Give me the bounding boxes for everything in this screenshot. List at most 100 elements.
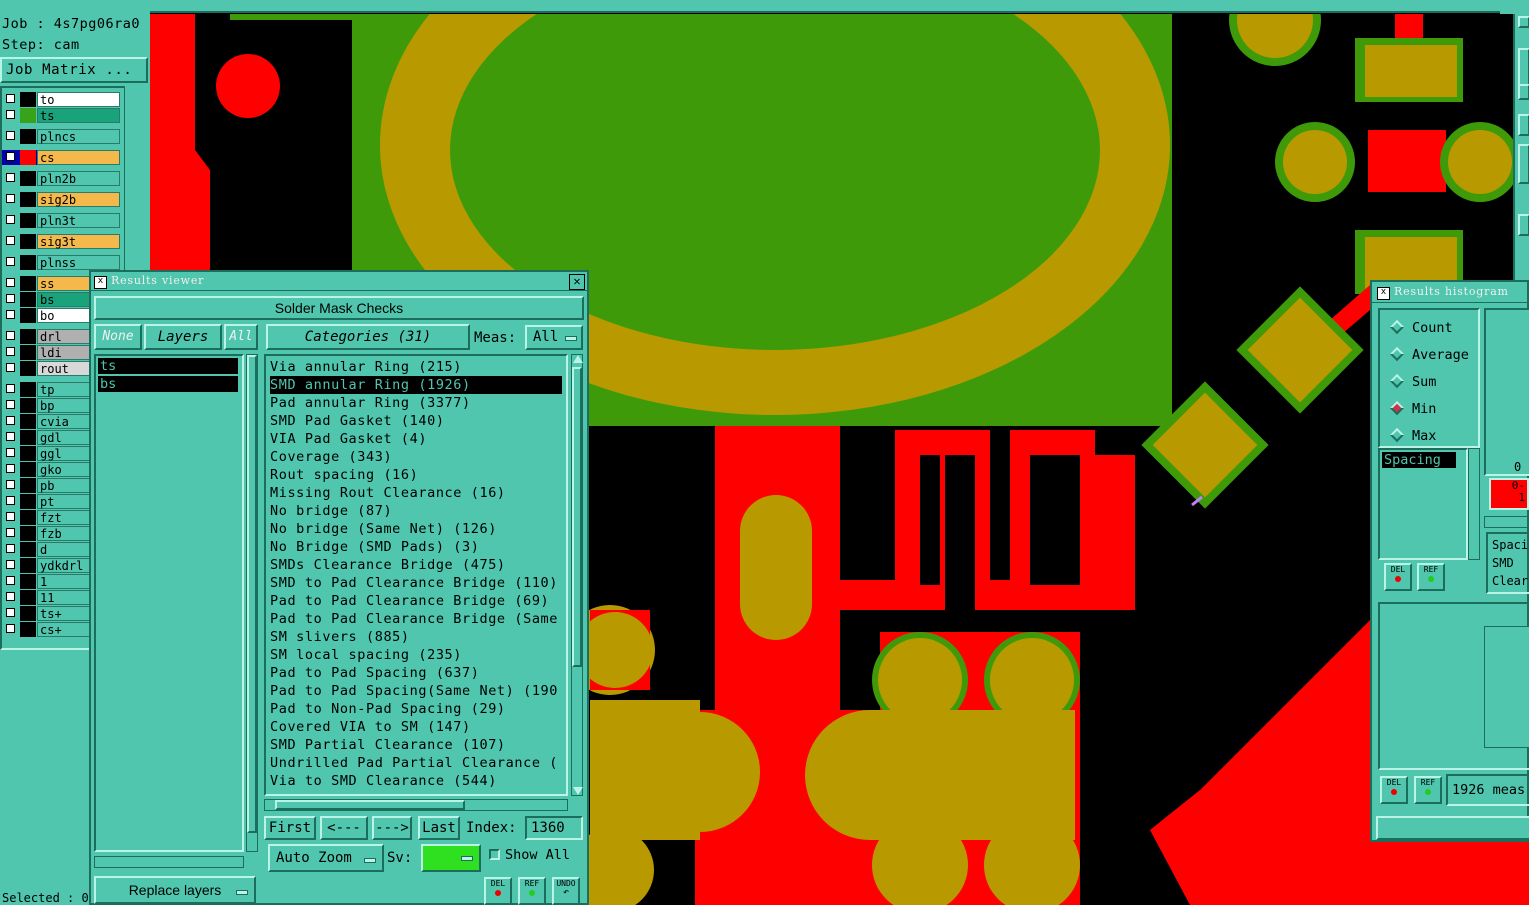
result-layer-item[interactable]: bs: [98, 376, 238, 392]
layer-color-swatch[interactable]: [20, 510, 36, 525]
layer-color-swatch[interactable]: [20, 462, 36, 477]
layer-results-scrollbar[interactable]: [246, 354, 258, 852]
scroll-thumb[interactable]: [247, 355, 257, 833]
layer-name[interactable]: plnss: [37, 255, 120, 270]
right-tool-button[interactable]: [1518, 48, 1529, 88]
refresh-button[interactable]: REF: [518, 877, 546, 905]
layer-checkbox[interactable]: [6, 347, 15, 356]
right-tool-button[interactable]: [1518, 144, 1529, 184]
layer-checkbox[interactable]: [6, 416, 15, 425]
histogram-measure-list[interactable]: Spacing: [1378, 448, 1468, 560]
categories-list[interactable]: Via annular Ring (215) SMD annular Ring (…: [264, 354, 568, 796]
layer-checkbox[interactable]: [6, 110, 15, 119]
layer-color-swatch[interactable]: [20, 382, 36, 397]
layer-color-swatch[interactable]: [20, 129, 36, 144]
layer-color-swatch[interactable]: [20, 606, 36, 621]
categories-hscrollbar[interactable]: [264, 799, 568, 811]
layer-color-swatch[interactable]: [20, 234, 36, 249]
layer-checkbox[interactable]: [6, 624, 15, 633]
layer-name[interactable]: pln3t: [37, 213, 120, 228]
category-item[interactable]: Pad to Pad Spacing(Same Net) (190: [270, 682, 558, 700]
layer-color-swatch[interactable]: [20, 446, 36, 461]
layer-checkbox[interactable]: [6, 576, 15, 585]
layer-checkbox[interactable]: [6, 512, 15, 521]
layer-checkbox[interactable]: [6, 608, 15, 617]
layer-color-swatch[interactable]: [20, 478, 36, 493]
layer-color-swatch[interactable]: [20, 414, 36, 429]
category-item[interactable]: SM slivers (885): [270, 628, 410, 646]
category-item[interactable]: Via to SMD Clearance (544): [270, 772, 497, 790]
layer-checkbox[interactable]: [6, 257, 15, 266]
layer-color-swatch[interactable]: [20, 526, 36, 541]
category-item[interactable]: Undrilled Pad Partial Clearance (: [270, 754, 558, 772]
window-menu-icon[interactable]: x: [94, 276, 107, 289]
scroll-thumb[interactable]: [572, 367, 582, 667]
layer-checkbox[interactable]: [6, 310, 15, 319]
layer-checkbox[interactable]: [6, 152, 15, 161]
layer-checkbox[interactable]: [6, 496, 15, 505]
layer-row-ts[interactable]: ts: [2, 108, 120, 123]
scroll-down-icon[interactable]: [573, 787, 583, 795]
index-input[interactable]: 1360: [525, 816, 583, 840]
category-item[interactable]: Coverage (343): [270, 448, 392, 466]
layer-results-list[interactable]: ts bs: [94, 354, 244, 852]
window-menu-icon[interactable]: x: [1377, 287, 1390, 300]
layer-color-swatch[interactable]: [20, 398, 36, 413]
none-button[interactable]: None: [94, 324, 142, 350]
histogram-list-item[interactable]: Spacing: [1382, 452, 1456, 468]
category-item[interactable]: Pad to Pad Spacing (637): [270, 664, 479, 682]
layer-name[interactable]: sig2b: [37, 192, 120, 207]
scroll-up-icon[interactable]: [573, 355, 583, 363]
severity-color-dropdown[interactable]: [421, 844, 481, 872]
category-item[interactable]: Via annular Ring (215): [270, 358, 462, 376]
layer-color-swatch[interactable]: [20, 430, 36, 445]
radio-count[interactable]: [1389, 319, 1405, 335]
category-item[interactable]: SM local spacing (235): [270, 646, 462, 664]
all-button[interactable]: All: [224, 324, 258, 350]
layer-name[interactable]: pln2b: [37, 171, 120, 186]
category-item[interactable]: No bridge (87): [270, 502, 392, 520]
layer-color-swatch[interactable]: [20, 192, 36, 207]
category-item[interactable]: Covered VIA to SM (147): [270, 718, 471, 736]
category-item[interactable]: Pad to Non-Pad Spacing (29): [270, 700, 506, 718]
layer-color-swatch[interactable]: [20, 292, 36, 307]
histogram-refresh-button[interactable]: REF: [1417, 563, 1445, 591]
histogram-list-scrollbar[interactable]: [1468, 448, 1480, 560]
layer-row-pln3t[interactable]: pln3t: [2, 213, 120, 228]
histogram-delete-button[interactable]: DEL: [1384, 563, 1412, 591]
right-tool-button[interactable]: [1518, 16, 1529, 28]
layer-row-sig3t[interactable]: sig3t: [2, 234, 120, 249]
layer-checkbox[interactable]: [6, 236, 15, 245]
right-tool-button[interactable]: [1518, 214, 1529, 236]
layer-name[interactable]: sig3t: [37, 234, 120, 249]
category-item[interactable]: SMD to Pad Clearance Bridge (110): [270, 574, 558, 592]
layer-checkbox[interactable]: [6, 384, 15, 393]
radio-min[interactable]: [1389, 400, 1405, 416]
histogram-refresh-button-2[interactable]: REF: [1414, 776, 1442, 804]
layer-color-swatch[interactable]: [20, 308, 36, 323]
layer-row-cs[interactable]: cs: [2, 150, 120, 165]
auto-zoom-dropdown[interactable]: Auto Zoom: [268, 844, 384, 872]
layer-name[interactable]: cs: [37, 150, 120, 165]
category-item[interactable]: Pad to Pad Clearance Bridge (69): [270, 592, 549, 610]
radio-sum[interactable]: [1389, 373, 1405, 389]
layer-checkbox[interactable]: [6, 363, 15, 372]
radio-max[interactable]: [1389, 427, 1405, 443]
layer-color-swatch[interactable]: [20, 108, 36, 123]
layer-checkbox[interactable]: [6, 94, 15, 103]
layer-checkbox[interactable]: [6, 432, 15, 441]
hscroll-thumb[interactable]: [275, 800, 465, 810]
layer-checkbox[interactable]: [6, 528, 15, 537]
layer-color-swatch[interactable]: [20, 590, 36, 605]
layer-checkbox[interactable]: [6, 480, 15, 489]
category-item[interactable]: Pad annular Ring (3377): [270, 394, 471, 412]
layer-checkbox[interactable]: [6, 215, 15, 224]
category-item[interactable]: VIA Pad Gasket (4): [270, 430, 427, 448]
category-item[interactable]: No bridge (Same Net) (126): [270, 520, 497, 538]
category-item[interactable]: SMD annular Ring (1926): [270, 376, 562, 394]
right-tool-button[interactable]: [1518, 114, 1529, 136]
first-button[interactable]: First: [264, 816, 316, 840]
layer-name[interactable]: to: [37, 92, 120, 107]
layer-checkbox[interactable]: [6, 448, 15, 457]
result-layer-item[interactable]: ts: [98, 358, 238, 374]
